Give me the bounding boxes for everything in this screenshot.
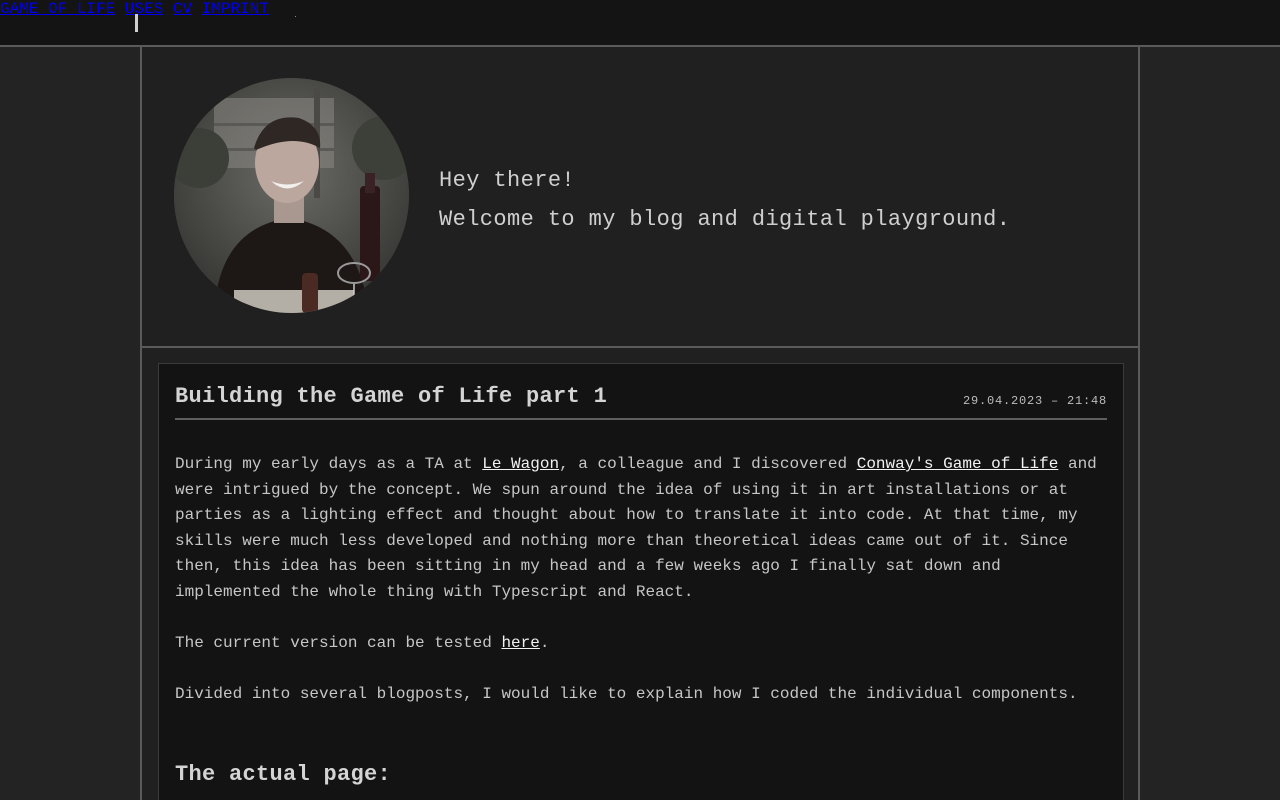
paragraph-text: . (539, 634, 550, 653)
link-conways-game-of-life[interactable]: Conway's Game of Life (857, 455, 1059, 473)
paragraph-text: , a colleague and I discovered (559, 455, 857, 473)
paragraph-text: and were intrigued by the concept. We sp… (175, 455, 1097, 601)
paragraph-text: The current version can be tested (175, 634, 502, 653)
post-title[interactable]: Building the Game of Life part 1 (175, 384, 607, 409)
post-date: 29.04.2023 – 21:48 (962, 394, 1107, 408)
avatar-photo (174, 78, 409, 313)
nav-link-uses[interactable]: USES (125, 0, 163, 18)
greeting: Hey there! Welcome to my blog and digita… (439, 161, 1010, 239)
main-nav: GAME OF LIFE USES CV IMPRINT (0, 0, 1280, 18)
paragraph-intro: During my early days as a TA at Le Wagon… (175, 452, 1111, 606)
greeting-line-2: Welcome to my blog and digital playgroun… (439, 207, 1011, 232)
content-frame: Hey there! Welcome to my blog and digita… (140, 47, 1140, 800)
section-heading: The actual page: (175, 762, 392, 787)
avatar (174, 78, 409, 313)
paragraph-series: Divided into several blogposts, I would … (175, 685, 1078, 704)
blog-post-card: Building the Game of Life part 1 29.04.2… (158, 363, 1124, 800)
hero-section: Hey there! Welcome to my blog and digita… (142, 47, 1138, 348)
post-body: During my early days as a TA at Le Wagon… (175, 452, 1111, 734)
link-here[interactable]: here (501, 634, 539, 652)
paragraph-text: During my early days as a TA at (175, 455, 483, 473)
paragraph-test-link: The current version can be tested here. (175, 631, 1111, 657)
nav-link-game-of-life[interactable]: GAME OF LIFE (0, 0, 115, 18)
nav-link-cv[interactable]: CV (173, 0, 192, 18)
nav-link-imprint[interactable]: IMPRINT (202, 0, 269, 18)
logo-cursor-icon[interactable] (135, 14, 138, 32)
logo-dot (295, 16, 296, 17)
top-navigation-bar: GAME OF LIFE USES CV IMPRINT (0, 0, 1280, 47)
link-le-wagon[interactable]: Le Wagon (482, 455, 559, 473)
post-header: Building the Game of Life part 1 29.04.2… (175, 383, 1107, 420)
greeting-line-1: Hey there! (439, 168, 576, 193)
